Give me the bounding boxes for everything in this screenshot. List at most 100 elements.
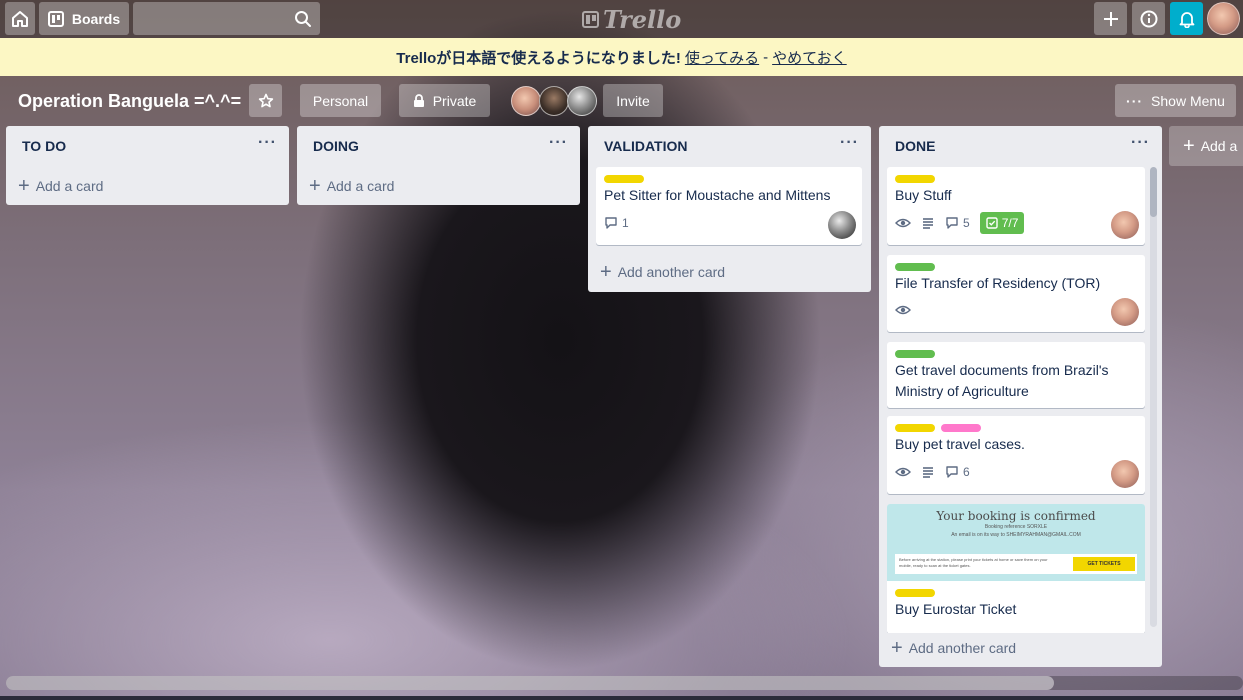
label-yellow (895, 424, 935, 432)
checklist-badge: 7/7 (979, 212, 1025, 234)
card-member-avatar[interactable] (828, 211, 856, 239)
card-title: Buy Stuff (895, 187, 952, 203)
more-dots-icon: ··· (1126, 92, 1144, 109)
star-board-button[interactable] (249, 84, 282, 117)
card-badges: 5 7/7 (895, 212, 1025, 234)
list-scrollbar-thumb[interactable] (1150, 167, 1157, 217)
list-title[interactable]: DONE (895, 136, 935, 156)
list-doing: DOING ··· + Add a card (297, 126, 580, 205)
card[interactable]: File Transfer of Residency (TOR) (887, 255, 1145, 332)
lock-icon (413, 93, 424, 107)
list-title[interactable]: TO DO (22, 136, 66, 156)
add-list-label: Add a (1200, 138, 1238, 154)
list-menu-icon[interactable]: ··· (258, 134, 277, 152)
eye-icon (895, 467, 911, 477)
info-icon (1140, 10, 1157, 27)
cover-heading: Your booking is confirmed (936, 509, 1096, 523)
add-card-label: Add a card (35, 178, 104, 194)
card-title: Buy pet travel cases. (895, 436, 1025, 452)
label-yellow (604, 175, 644, 183)
cover-get-tickets: GET TICKETS (1073, 557, 1135, 571)
list-title[interactable]: DOING (313, 136, 359, 156)
add-card-label: Add a card (326, 178, 395, 194)
card[interactable]: Buy Stuff 5 7/7 (887, 167, 1145, 245)
card-title: File Transfer of Residency (TOR) (895, 275, 1101, 291)
search-input[interactable] (133, 2, 320, 35)
cover-email: An email is on its way to SHEIMYRAHMAN@G… (951, 532, 1081, 538)
member-avatar[interactable] (539, 86, 569, 116)
add-card-button[interactable]: + Add a card (14, 171, 103, 201)
boards-button[interactable]: Boards (39, 2, 129, 35)
cover-reference: Booking reference SORXLE (984, 524, 1048, 530)
home-button[interactable] (5, 2, 35, 35)
bottom-edge (0, 696, 1243, 700)
comment-icon (946, 466, 958, 478)
plus-icon: + (1183, 134, 1195, 157)
plus-icon: + (891, 637, 903, 659)
banner-dismiss-link[interactable]: やめておく (772, 47, 847, 68)
list-menu-icon[interactable]: ··· (840, 134, 859, 152)
card[interactable]: Your booking is confirmed Booking refere… (887, 504, 1145, 634)
description-badge (921, 465, 935, 479)
comments-badge: 6 (945, 465, 970, 479)
label-yellow (895, 589, 935, 597)
list-todo: TO DO ··· + Add a card (6, 126, 289, 205)
label-green (895, 263, 935, 271)
comments-badge: 1 (604, 216, 629, 230)
add-card-button[interactable]: + Add another card (596, 257, 725, 287)
add-card-label: Add another card (908, 640, 1017, 656)
comments-count: 5 (963, 216, 970, 230)
list-menu-icon[interactable]: ··· (1131, 134, 1150, 152)
watching-badge (895, 216, 911, 230)
card-member-avatar[interactable] (1111, 460, 1139, 488)
description-badge (921, 216, 935, 230)
trello-logo[interactable]: Trello (582, 4, 681, 34)
add-card-button[interactable]: + Add another card (887, 633, 1154, 663)
banner-message: Trelloが日本語で使えるようになりました! (396, 49, 681, 67)
info-button[interactable] (1132, 2, 1165, 35)
label-yellow (895, 175, 935, 183)
card-member-avatar[interactable] (1111, 211, 1139, 239)
star-icon (258, 93, 273, 107)
plus-icon (1103, 11, 1118, 26)
visibility-label: Private (432, 92, 477, 109)
card-badges (895, 299, 911, 321)
notifications-button[interactable] (1170, 2, 1203, 35)
member-avatar[interactable] (511, 86, 541, 116)
comment-icon (605, 217, 617, 229)
banner-try-link[interactable]: 使ってみる (685, 47, 759, 68)
logo-text: Trello (603, 4, 682, 34)
member-avatar[interactable] (567, 86, 597, 116)
card-title: Get travel documents from Brazil's Minis… (895, 362, 1109, 399)
show-menu-button[interactable]: ··· Show Menu (1115, 84, 1236, 117)
board-scrollbar[interactable] (6, 676, 1243, 690)
user-avatar[interactable] (1207, 2, 1240, 35)
team-button[interactable]: Personal (300, 84, 381, 117)
card[interactable]: Get travel documents from Brazil's Minis… (887, 342, 1145, 408)
visibility-button[interactable]: Private (399, 84, 490, 117)
add-list-button[interactable]: + Add a (1169, 126, 1243, 166)
add-card-label: Add another card (617, 264, 726, 280)
card-member-avatar[interactable] (1111, 298, 1139, 326)
card[interactable]: Buy pet travel cases. 6 (887, 416, 1145, 494)
comments-badge: 5 (945, 216, 970, 230)
show-menu-label: Show Menu (1151, 92, 1225, 109)
list-title[interactable]: VALIDATION (604, 136, 687, 156)
label-green (895, 350, 935, 358)
card[interactable]: Pet Sitter for Moustache and Mittens 1 (596, 167, 862, 245)
search-icon (295, 10, 311, 27)
invite-button[interactable]: Invite (603, 84, 663, 117)
create-button[interactable] (1094, 2, 1127, 35)
watching-badge (895, 465, 911, 479)
list-menu-icon[interactable]: ··· (549, 134, 568, 152)
board-title[interactable]: Operation Banguela =^.^= (18, 88, 241, 114)
list-scrollbar[interactable] (1150, 167, 1157, 627)
card-badges: 1 (604, 212, 629, 234)
boards-label: Boards (71, 10, 121, 27)
list-done: DONE ··· Buy Stuff 5 7/7 File Transfer o (879, 126, 1162, 667)
add-card-button[interactable]: + Add a card (305, 171, 394, 201)
watching-badge (895, 303, 911, 317)
comment-icon (946, 217, 958, 229)
board-scrollbar-thumb[interactable] (6, 676, 1054, 690)
plus-icon: + (309, 175, 321, 197)
